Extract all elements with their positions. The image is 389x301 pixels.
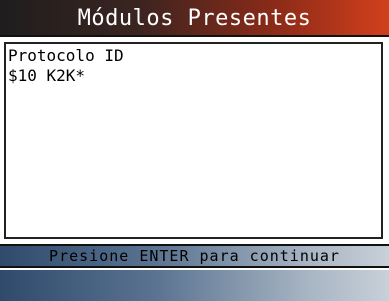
protocol-header: Protocolo ID — [8, 46, 124, 65]
status-prompt: Presione ENTER para continuar — [0, 244, 389, 268]
module-entry[interactable]: $10 K2K* — [8, 66, 379, 86]
content-panel: Protocolo ID $10 K2K* — [4, 42, 383, 239]
function-key-bar — [0, 270, 389, 301]
screen-title: Módulos Presentes — [0, 0, 389, 37]
scan-tool-screen: Módulos Presentes Protocolo ID $10 K2K* … — [0, 0, 389, 301]
